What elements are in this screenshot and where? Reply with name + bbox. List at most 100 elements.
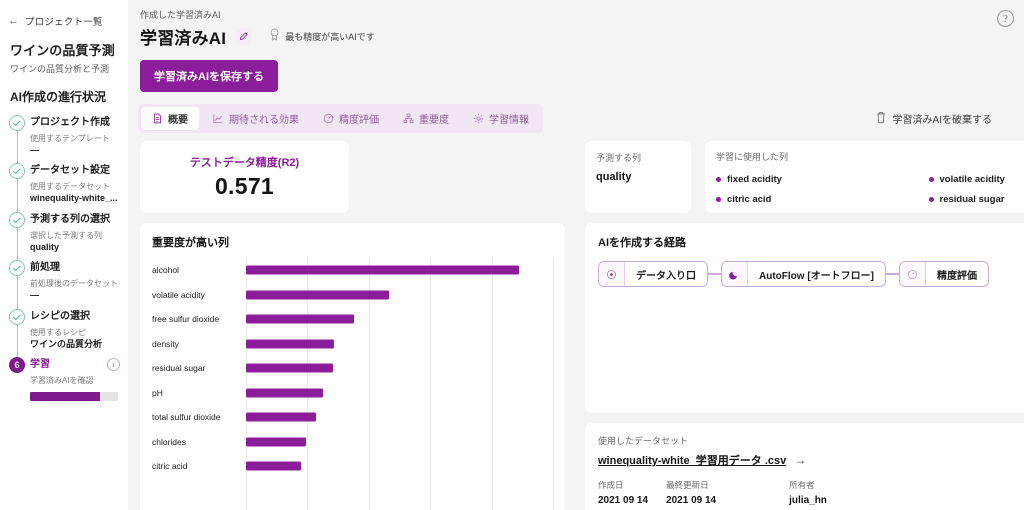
training-progress-bar xyxy=(30,392,118,402)
gauge-icon xyxy=(899,262,926,286)
step-meta: 使用するテンプレート xyxy=(30,134,110,143)
dataset-card: 使用したデータセット winequality-white_学習用データ .csv… xyxy=(585,423,1024,510)
step-name: レシピの選択 xyxy=(30,310,90,322)
chart-bar xyxy=(246,290,390,300)
tab-accuracy-evaluation[interactable]: 精度評価 xyxy=(312,107,390,130)
document-icon xyxy=(152,113,163,124)
step-number-badge: 6 xyxy=(9,357,25,374)
discard-label: 学習済みAIを破棄する xyxy=(892,115,992,126)
accuracy-card: テストデータ精度(R2) 0.571 xyxy=(140,141,349,213)
target-icon xyxy=(599,262,625,286)
sidebar-step-target-column[interactable]: 予測する列の選択 選択した予測する列 quality xyxy=(8,211,128,266)
arrow-left-icon: ← xyxy=(8,14,19,27)
chart-bar-track xyxy=(246,356,553,381)
dataset-created: 作成日 2021 09 14 xyxy=(598,479,666,506)
tab-training-info[interactable]: 学習情報 xyxy=(462,107,540,130)
hierarchy-icon xyxy=(403,113,414,124)
tab-expected-effect[interactable]: 期待される効果 xyxy=(201,107,310,130)
training-columns-list: fixed acidity volatile acidity citric acid… xyxy=(716,169,1024,213)
step-meta: 使用するレシピ xyxy=(30,327,86,337)
route-node-data-entry[interactable]: データ入り口 xyxy=(598,261,708,287)
route-node-accuracy-evaluation[interactable]: 精度評価 xyxy=(898,261,989,287)
dataset-updated-value: 2021 09 14 xyxy=(666,495,717,506)
chart-category-label: alcohol xyxy=(152,265,179,276)
chart-bar xyxy=(246,437,307,447)
chart-bar-track xyxy=(246,307,553,332)
back-to-project-list[interactable]: ← プロジェクト一覧 xyxy=(0,12,128,28)
training-column-label: citric acid xyxy=(727,193,772,205)
tab-label: 学習情報 xyxy=(489,115,529,126)
save-trained-ai-button[interactable]: 学習済みAIを保存する xyxy=(140,60,278,92)
tab-label: 概要 xyxy=(168,115,188,126)
dataset-updated-label: 最終更新日 xyxy=(666,480,709,490)
step-name: プロジェクト作成 xyxy=(30,117,110,128)
chart-bar-row: alcohol xyxy=(152,258,553,283)
discard-trained-ai-button[interactable]: 学習済みAIを破棄する xyxy=(875,111,1012,127)
step-value: — xyxy=(30,290,39,301)
line-chart-icon xyxy=(212,113,224,124)
route-node-label: 精度評価 xyxy=(936,270,977,282)
chart-category-label: citric acid xyxy=(152,461,188,472)
route-node-label: データ入り口 xyxy=(636,270,696,282)
chart-bar-track xyxy=(246,381,553,406)
chart-rows: alcohol volatile acidity free sulfur dioxi… xyxy=(152,258,553,479)
route-node-label: AutoFlow [オートフロー] xyxy=(759,270,874,282)
chart-category-label: total sulfur dioxide xyxy=(152,412,221,423)
pencil-icon[interactable] xyxy=(235,28,253,45)
tab-bar: 概要 期待される効果 精度評価 重要度 学習情報 学習済みAIを破棄する xyxy=(138,104,1012,133)
dataset-created-label: 作成日 xyxy=(598,480,624,490)
chart-bar-row: total sulfur dioxide xyxy=(152,405,553,430)
training-column-item: chlorides xyxy=(716,209,919,213)
dataset-updated: 最終更新日 2021 09 14 xyxy=(666,479,734,506)
sidebar-step-preprocessing[interactable]: 前処理 前処理後のデータセット — xyxy=(8,260,128,314)
training-columns-card: 学習に使用した列 fixed acidity volatile acidity ci… xyxy=(705,141,1024,213)
tab-label: 重要度 xyxy=(419,115,449,126)
training-columns-label: 学習に使用した列 xyxy=(716,152,789,162)
chart-bar-track xyxy=(246,454,553,479)
sidebar: ← プロジェクト一覧 ワインの品質予測 ワインの品質分析と予測 AI作成の進行状… xyxy=(0,0,128,510)
route-link xyxy=(885,273,899,275)
tab-importance[interactable]: 重要度 xyxy=(392,107,460,130)
dataset-owner-value: julia_hn xyxy=(789,495,827,506)
chart-bar xyxy=(246,339,334,349)
chart-bar-row: volatile acidity xyxy=(152,283,553,308)
chart-bar xyxy=(246,363,333,373)
badge-label: 最も精度が高いAIです xyxy=(285,32,375,42)
chart-bar-track xyxy=(246,258,553,283)
accuracy-value: 0.571 xyxy=(214,173,275,199)
chart-category-label: free sulfur dioxide xyxy=(152,314,220,325)
route-node-autoflow[interactable]: AutoFlow [オートフロー] xyxy=(721,261,886,287)
bullet-icon xyxy=(928,196,934,202)
title-row: 学習済みAI 最も精度が高いAIです xyxy=(138,24,1012,49)
training-column-label: fixed acidity xyxy=(727,173,782,185)
chart-bar-track xyxy=(246,283,553,308)
page-eyebrow: 作成した学習済みAI xyxy=(140,10,221,20)
training-column-label: volatile acidity xyxy=(939,173,1005,185)
dataset-link-row[interactable]: winequality-white_学習用データ .csv → xyxy=(598,452,1024,468)
chart-bar-track xyxy=(246,430,553,455)
app-root: ← プロジェクト一覧 ワインの品質予測 ワインの品質分析と予測 AI作成の進行状… xyxy=(0,0,1024,510)
tab-overview[interactable]: 概要 xyxy=(141,107,199,130)
project-subtitle: ワインの品質分析と予測 xyxy=(10,64,110,74)
dataset-name[interactable]: winequality-white_学習用データ .csv xyxy=(598,452,786,468)
back-label: プロジェクト一覧 xyxy=(25,17,103,28)
sidebar-step-project-creation[interactable]: プロジェクト作成 使用するテンプレート — xyxy=(8,115,128,169)
route-flow: データ入り口 AutoFlow [オートフロー] 精度評価 xyxy=(598,261,1024,287)
tab-label: 期待される効果 xyxy=(229,115,299,126)
chart-bar xyxy=(246,314,355,324)
chart-bar xyxy=(246,265,520,275)
dataset-meta: 作成日 2021 09 14 最終更新日 2021 09 14 所有者 juli… xyxy=(598,479,1024,506)
sidebar-step-recipe-selection[interactable]: レシピの選択 使用するレシピ ワインの品質分析 xyxy=(8,308,128,363)
help-icon[interactable]: ? xyxy=(997,10,1014,27)
training-column-item: fixed acidity xyxy=(716,169,919,189)
chart-bar xyxy=(246,412,316,422)
check-icon xyxy=(9,308,25,325)
step-value: ワインの品質分析 xyxy=(30,338,103,349)
sidebar-step-training[interactable]: 6 i 学習 学習済みAIを確認 xyxy=(8,357,128,408)
sidebar-step-dataset-setup[interactable]: データセット設定 使用するデータセット winequality-white_..… xyxy=(8,163,128,217)
step-name: 前処理 xyxy=(30,262,60,274)
chart-bar-row: free sulfur dioxide xyxy=(152,307,553,332)
step-name: 予測する列の選択 xyxy=(30,213,110,225)
progress-heading: AI作成の進行状況 xyxy=(10,90,107,104)
training-column-item: residual sugar xyxy=(928,189,1024,209)
